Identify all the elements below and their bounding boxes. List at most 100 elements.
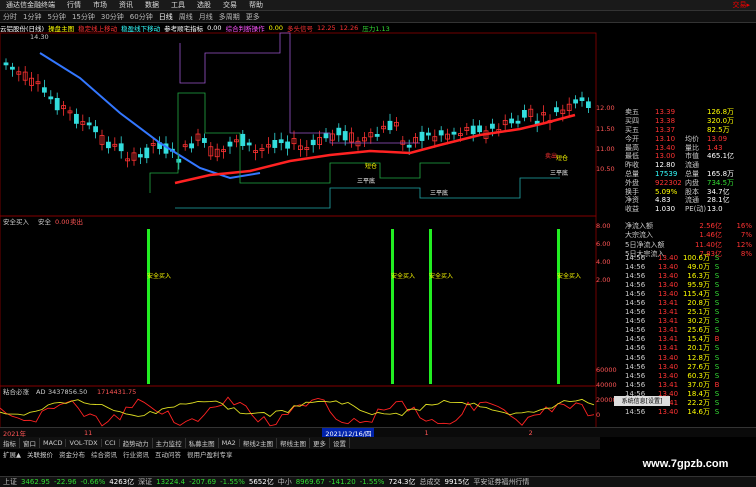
tab[interactable]: 窗口 — [20, 438, 40, 448]
index-pct: -1.55% — [359, 478, 385, 486]
candle — [541, 105, 546, 123]
menu-select[interactable]: 选股 — [191, 0, 217, 10]
candle — [413, 133, 419, 148]
tick-side: S — [714, 289, 720, 298]
tab[interactable]: MACD — [40, 439, 67, 447]
period-tab[interactable]: 15分钟 — [69, 12, 98, 22]
period-tab[interactable]: 分时 — [0, 12, 20, 22]
moving-average-red — [174, 113, 576, 185]
menu-news[interactable]: 资讯 — [113, 0, 139, 10]
period-tab[interactable]: 更多 — [243, 12, 263, 22]
candle — [265, 137, 271, 154]
chart-area[interactable]: 三平底三平底三平底短仓短仓卖出 安全买入 安全买入 安全买入 安全买入 安全买入 安全… — [0, 23, 600, 428]
tab[interactable]: 很用户盈利专享 — [184, 449, 236, 459]
trade-button[interactable]: 交易▸ — [726, 0, 756, 10]
tick-side: S — [714, 271, 720, 280]
tab[interactable]: 行业资讯 — [120, 449, 152, 459]
p3-tick: 0 — [596, 411, 601, 419]
tick-time: 14:56 — [625, 271, 646, 280]
menu-bar: 通达信金融终端 行情 市场 资讯 数据 工具 选股 交易 帮助 交易▸ — [0, 0, 756, 11]
tab[interactable]: 互动问答 — [152, 449, 184, 459]
tab[interactable]: 私募主图 — [186, 438, 219, 448]
candle — [80, 114, 86, 132]
total-label: 总成交 — [419, 478, 441, 486]
watermark: www.7gpzb.com — [642, 458, 729, 470]
menu-data[interactable]: 数据 — [139, 0, 165, 10]
tab[interactable]: CCI — [102, 439, 120, 447]
period-tab[interactable]: 周线 — [176, 12, 196, 22]
system-info-button[interactable]: 系统信息[设置] — [614, 396, 670, 406]
candle — [221, 145, 227, 159]
tab[interactable]: 帮线2主图 — [240, 438, 277, 448]
candle — [189, 136, 195, 153]
tab[interactable]: 关联报价 — [24, 449, 56, 459]
tab[interactable]: 扩展▲ — [0, 449, 24, 459]
tab[interactable]: MA2 — [219, 439, 240, 447]
period-tab[interactable]: 1分钟 — [20, 12, 44, 22]
period-tab[interactable]: 30分钟 — [98, 12, 127, 22]
tick-price: 13.40 — [658, 262, 679, 271]
tab[interactable]: 设置 — [330, 438, 350, 448]
tab[interactable]: 帮线主图 — [277, 438, 310, 448]
period-tab[interactable]: 多周期 — [216, 12, 243, 22]
menu-trade[interactable]: 交易 — [217, 0, 243, 10]
tick-time: 14:56 — [625, 344, 646, 353]
price-tick: 11.50 — [596, 125, 615, 133]
candle — [349, 127, 355, 148]
index-name[interactable]: 上证 — [3, 477, 17, 487]
period-tab[interactable]: 月线 — [196, 12, 216, 22]
tab[interactable]: 更多 — [310, 438, 330, 448]
menu-tools[interactable]: 工具 — [165, 0, 191, 10]
candle — [393, 116, 399, 131]
tab[interactable]: VOL-TDX — [66, 439, 102, 447]
sell-label: 卖出 — [545, 152, 557, 160]
candle — [387, 113, 393, 134]
axis-date-box: 2021/12/16/四 — [322, 427, 375, 438]
candle — [195, 128, 201, 147]
p2-tick: 8.00 — [596, 222, 611, 230]
chart-annotations: 三平底三平底三平底短仓短仓卖出 — [357, 152, 568, 197]
tab[interactable]: 资金分布 — [56, 449, 88, 459]
menu-quote[interactable]: 行情 — [61, 0, 87, 10]
candle — [253, 144, 259, 161]
tick-side: S — [714, 253, 720, 262]
candle — [112, 137, 118, 151]
tick-side: S — [714, 262, 720, 271]
candle — [42, 79, 47, 97]
index-name[interactable]: 中小 — [278, 477, 292, 487]
period-tab-active[interactable]: 日线 — [156, 12, 176, 22]
tick-side: S — [714, 353, 720, 362]
candle — [297, 138, 303, 157]
panel3-v2: 1714431.75 — [97, 388, 136, 396]
tab[interactable]: 趋势动力 — [120, 438, 153, 448]
candle — [227, 136, 233, 154]
oscillator-line-red — [0, 396, 595, 427]
tab[interactable]: 指标 — [0, 438, 20, 448]
menu-help[interactable]: 帮助 — [243, 0, 269, 10]
index-amount: 5652亿 — [248, 478, 274, 486]
tick-time: 14:56 — [625, 353, 646, 362]
index-name[interactable]: 深证 — [138, 477, 152, 487]
tick-side: S — [714, 408, 720, 417]
price-tick: 10.50 — [596, 165, 615, 173]
panel2-value: 0.00 — [55, 218, 69, 226]
total-amount: 9915亿 — [444, 478, 470, 486]
tick-list[interactable]: 14:56 13.40 100.6万 S 14:56 13.40 49.0万 S 14:56 13… — [625, 253, 756, 417]
panel3-ad: AD — [36, 388, 45, 396]
period-tab[interactable]: 60分钟 — [127, 12, 156, 22]
signal-label: 短仓 — [556, 154, 568, 162]
buy-signal-bars: 安全买入 安全买入 安全买入 安全买入 — [147, 229, 581, 384]
pattern-label: 三平底 — [357, 177, 375, 185]
price-tick: 11.00 — [596, 145, 615, 153]
tick-price: 13.40 — [658, 362, 679, 371]
candle — [419, 125, 425, 149]
period-tab[interactable]: 5分钟 — [44, 12, 68, 22]
tab[interactable]: 主力监控 — [153, 438, 186, 448]
candle — [35, 73, 41, 92]
tab[interactable]: 综合资讯 — [88, 449, 120, 459]
tick-side: S — [714, 299, 720, 308]
tick-time: 14:56 — [625, 362, 646, 371]
candle — [464, 123, 470, 136]
menu-app[interactable]: 通达信金融终端 — [0, 0, 61, 10]
menu-market[interactable]: 市场 — [87, 0, 113, 10]
